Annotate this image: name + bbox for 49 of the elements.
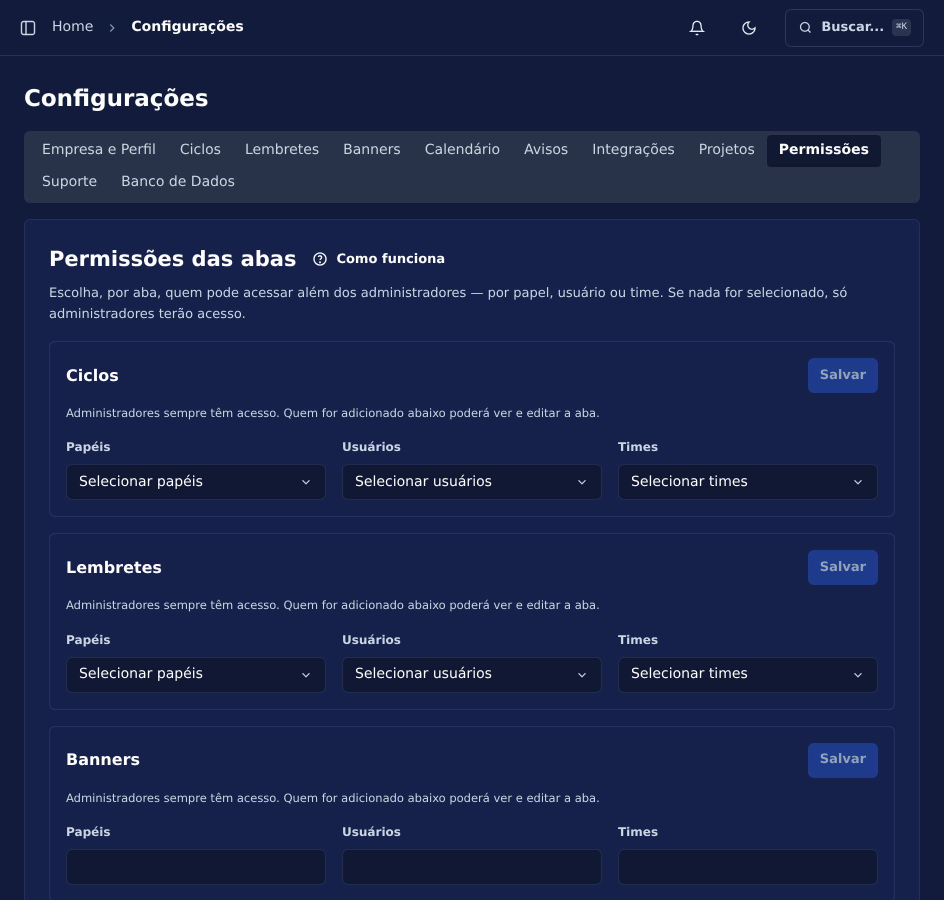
field-label: Papéis [66,632,112,648]
card-note: Administradores sempre têm acesso. Quem for adicionado abaixo poderá ver e editar a aba. [66,597,601,614]
select-field[interactable]: Selecionar papéis [66,464,326,500]
search-icon [798,20,814,35]
tab[interactable]: Avisos [512,134,580,166]
card-title: Lembretes [66,556,162,579]
breadcrumb-current: Configurações [131,18,244,37]
card-title: Ciclos [66,364,119,386]
card-note: Administradores sempre têm acesso. Quem for adicionado abaixo poderá ver e editar a aba. [66,790,601,806]
search-field[interactable]: Buscar... ⌘K [785,8,924,46]
tab[interactable]: Banco de Dados [109,166,247,198]
select-field[interactable]: Selecionar times [618,464,878,500]
tab[interactable]: Lembretes [232,134,332,166]
select-field[interactable]: Selecionar times [618,656,878,692]
tab[interactable]: Empresa e Perfil [30,134,168,166]
bell-icon[interactable] [689,20,706,36]
tab[interactable]: Calendário [412,134,512,166]
card-note: Administradores sempre têm acesso. Quem for adicionado abaixo poderá ver e editar a aba. [66,405,601,422]
select-field[interactable] [66,848,326,885]
help-link[interactable]: Como funciona [312,250,446,269]
breadcrumb-link[interactable]: Home [52,17,94,38]
tab[interactable]: Banners [331,134,413,166]
tab[interactable]: Permissões [766,134,881,166]
field-label: Times [618,439,660,456]
field-label: Usuários [342,632,402,648]
tab[interactable]: Suporte [30,166,110,198]
select-field[interactable]: Selecionar usuários [342,464,602,500]
field-label: Papéis [66,439,112,456]
field-label: Times [618,824,660,841]
select-field[interactable]: Selecionar usuários [342,656,602,692]
search-placeholder: Buscar... [821,18,884,37]
shortcut-key: ⌘K [892,18,911,36]
section-title: Permissões das abas [49,246,296,272]
field-label: Times [618,632,660,648]
tab[interactable]: Integrações [580,134,687,166]
section-description: Escolha, por aba, quem pode acessar além dos administradores — por papel, usuário ou time. Se nada for selecionado, só administradores terão acesso. [49,285,848,324]
tab[interactable]: Ciclos [168,134,233,166]
select-field[interactable] [618,848,878,885]
field-label: Usuários [342,439,402,456]
select-field[interactable] [342,848,602,885]
field-label: Papéis [66,824,112,841]
tab[interactable]: Projetos [686,134,767,166]
select-field[interactable]: Selecionar papéis [66,656,326,692]
field-label: Usuários [342,824,402,841]
page-title: Configurações [24,85,210,114]
help-icon [312,251,328,268]
sidebar-toggle-icon[interactable] [20,20,36,36]
moon-icon[interactable] [741,20,758,36]
card-title: Banners [66,749,140,771]
